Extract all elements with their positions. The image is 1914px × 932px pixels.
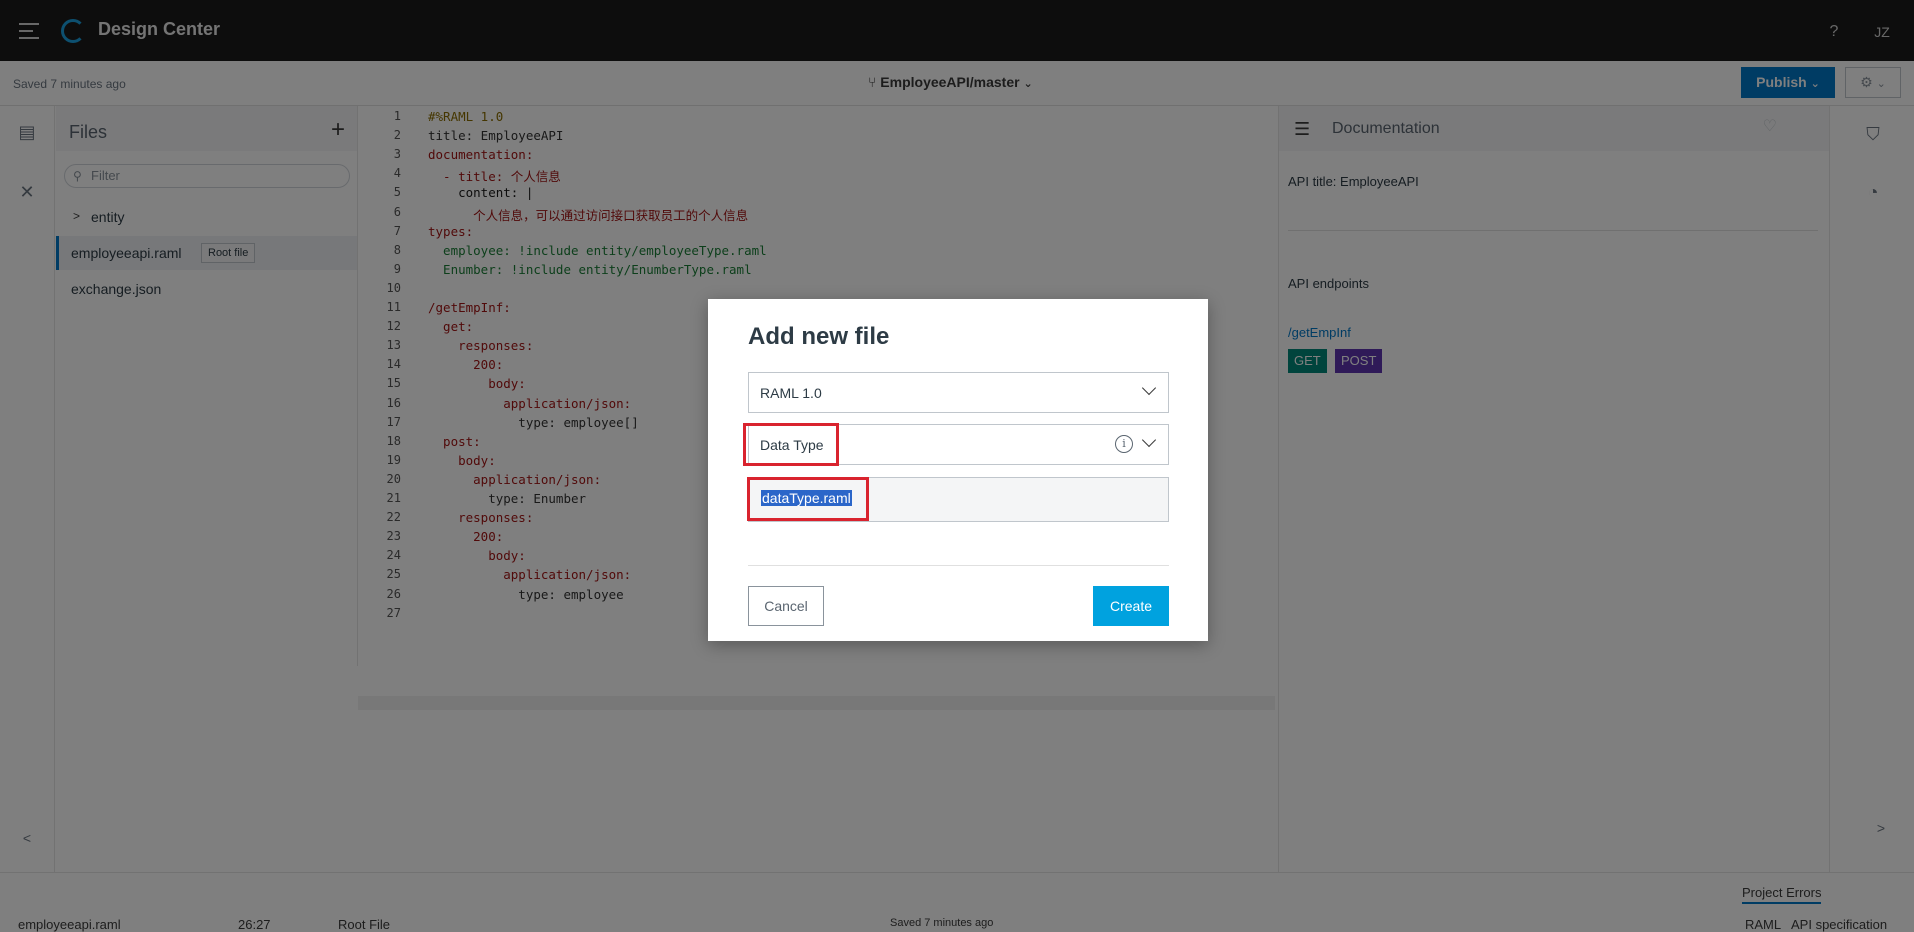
- highlight-file-type: [743, 423, 839, 466]
- app-root: Design Center ? JZ Saved 7 minutes ago ⑂…: [0, 0, 1914, 932]
- info-icon[interactable]: i: [1115, 435, 1133, 453]
- create-button[interactable]: Create: [1093, 586, 1169, 626]
- dialog-divider: [748, 565, 1169, 566]
- add-file-dialog: Add new file RAML 1.0 Data Type i dataTy…: [708, 299, 1208, 641]
- raml-version-select[interactable]: RAML 1.0: [748, 372, 1169, 413]
- dialog-title: Add new file: [748, 323, 890, 350]
- chevron-down-icon: [1141, 380, 1157, 396]
- raml-version-value: RAML 1.0: [760, 385, 822, 401]
- highlight-filename: [747, 477, 869, 521]
- chevron-down-icon: [1141, 432, 1157, 448]
- cancel-button[interactable]: Cancel: [748, 586, 824, 626]
